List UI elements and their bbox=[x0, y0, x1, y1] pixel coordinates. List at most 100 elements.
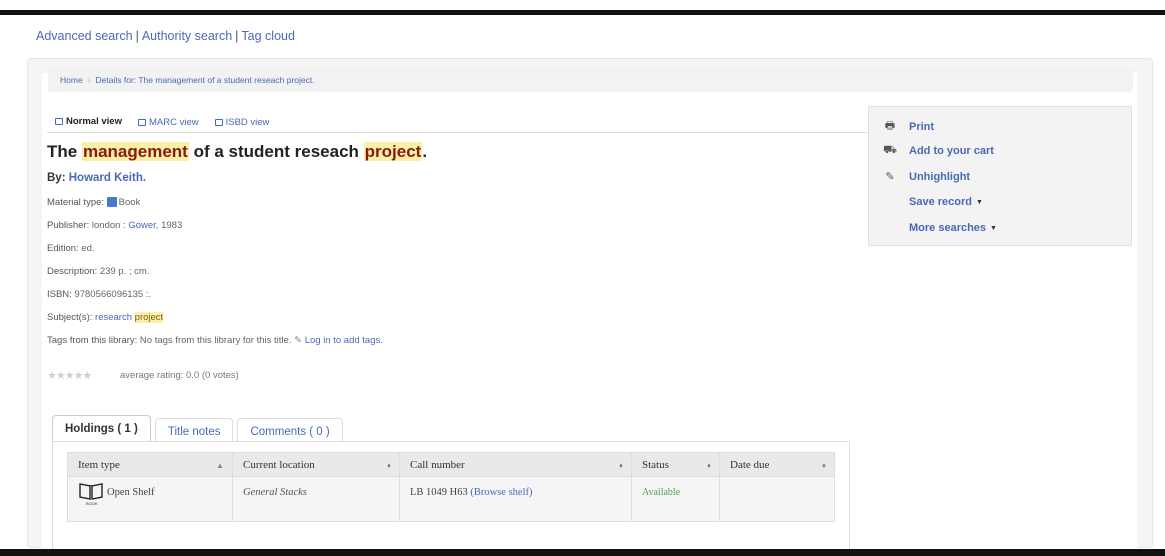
bottom-bar bbox=[0, 549, 1165, 556]
field-label: Subject(s): bbox=[47, 312, 93, 323]
field-value: Book bbox=[118, 197, 141, 208]
column-header-call-number[interactable]: Call number ♦ bbox=[399, 452, 632, 477]
print-action[interactable]: 🖶 Print bbox=[883, 117, 934, 136]
subject-highlight: project bbox=[134, 312, 164, 323]
author-label: By: bbox=[47, 172, 66, 184]
call-number: LB 1049 H63 bbox=[410, 487, 468, 498]
field-value: No tags from this library for this title… bbox=[139, 335, 292, 346]
add-to-cart-action[interactable]: ⛟ Add to your cart bbox=[883, 144, 994, 158]
material-type: Material type: Book bbox=[47, 197, 140, 208]
holdings-table: Item type ▲ Current location ♦ Call number… bbox=[67, 452, 835, 522]
header-label: Status bbox=[642, 458, 669, 471]
author-link[interactable]: Howard Keith. bbox=[69, 172, 146, 184]
action-label: Unhighlight bbox=[909, 170, 971, 183]
title-highlight: project bbox=[363, 142, 423, 161]
column-header-status[interactable]: Status ♦ bbox=[631, 452, 720, 477]
subject-word: research bbox=[95, 312, 133, 323]
unhighlight-action[interactable]: ✎ Unhighlight bbox=[883, 170, 971, 184]
actions-sidebar: 🖶 Print ⛟ Add to your cart ✎ Unhighlight Sa… bbox=[868, 106, 1132, 246]
holdings-panel: Item type ▲ Current location ♦ Call number… bbox=[52, 441, 850, 549]
header-label: Call number bbox=[410, 458, 465, 471]
publisher-link[interactable]: Gower, bbox=[128, 220, 158, 231]
tag-pencil-icon: ✎ bbox=[294, 335, 303, 346]
book-icon bbox=[106, 197, 117, 207]
item-icon-label: BOOK bbox=[86, 501, 98, 506]
cell-item-type: Open Shelf BOOK bbox=[67, 476, 233, 522]
sort-icon: ♦ bbox=[821, 461, 826, 470]
pencil-icon: ✎ bbox=[885, 171, 895, 183]
breadcrumb-home[interactable]: Home bbox=[60, 75, 83, 85]
caret-down-icon: ▼ bbox=[975, 198, 983, 206]
browse-shelf-link[interactable]: (Browse shelf) bbox=[470, 487, 532, 498]
field-value: 9780566096135 :. bbox=[74, 289, 152, 300]
title-text: of a student reseach bbox=[193, 142, 359, 161]
action-label: Print bbox=[909, 120, 935, 133]
more-searches-dropdown[interactable]: More searches ▼ bbox=[883, 222, 997, 234]
breadcrumb-current[interactable]: Details for: The management of a student… bbox=[96, 75, 315, 85]
top-bar bbox=[0, 0, 1165, 15]
print-icon: 🖶 bbox=[884, 120, 896, 132]
author-line: By: Howard Keith. bbox=[47, 172, 146, 184]
view-tabs: Normal view MARC view ISBD view bbox=[47, 113, 867, 133]
search-links: Advanced search | Authority search | Tag clo… bbox=[36, 29, 295, 43]
field-label: Edition: bbox=[47, 243, 79, 254]
header-label: Item type bbox=[78, 458, 120, 471]
field-value: 1983 bbox=[161, 220, 183, 231]
publisher: Publisher: london : Gower, 1983 bbox=[47, 220, 182, 231]
column-header-date-due[interactable]: Date due ♦ bbox=[719, 452, 835, 477]
tag-cloud-link[interactable]: Tag cloud bbox=[241, 29, 295, 43]
tab-label: MARC view bbox=[148, 117, 199, 128]
action-label: Save record bbox=[909, 196, 972, 208]
tab-marc-view[interactable]: MARC view bbox=[130, 113, 207, 132]
save-record-dropdown[interactable]: Save record ▼ bbox=[883, 196, 983, 208]
cell-location: General Stacks bbox=[232, 476, 400, 522]
authority-search-link[interactable]: Authority search bbox=[142, 29, 232, 43]
column-header-item-type[interactable]: Item type ▲ bbox=[67, 452, 233, 477]
item-type-text: Open Shelf bbox=[107, 486, 155, 498]
header-label: Date due bbox=[730, 458, 770, 471]
folder-icon bbox=[214, 119, 223, 126]
record-title: The management of a student reseach proj… bbox=[47, 142, 427, 162]
breadcrumb: Home › Details for: The management of a st… bbox=[48, 68, 1133, 92]
cell-status: Available bbox=[631, 476, 720, 522]
field-label: Tags from this library: bbox=[47, 335, 138, 346]
field-value: ed. bbox=[81, 243, 95, 254]
caret-down-icon: ▼ bbox=[990, 224, 997, 232]
rating-text: average rating: 0.0 (0 votes) bbox=[120, 370, 239, 381]
rating-stars[interactable]: ★★★★★ bbox=[47, 369, 92, 382]
field-value: london : bbox=[91, 220, 126, 231]
tab-label: Normal view bbox=[66, 116, 122, 127]
edition: Edition: ed. bbox=[47, 243, 95, 254]
sort-icon: ♦ bbox=[706, 461, 711, 470]
field-value: 239 p. ; cm. bbox=[99, 266, 150, 277]
sort-icon: ♦ bbox=[618, 461, 623, 470]
header-label: Current location bbox=[243, 458, 315, 471]
isbn: ISBN: 9780566096135 :. bbox=[47, 289, 151, 300]
tags: Tags from this library: No tags from thi… bbox=[47, 335, 383, 346]
subjects: Subject(s): research project bbox=[47, 312, 164, 323]
field-label: ISBN: bbox=[47, 289, 72, 300]
field-label: Material type: bbox=[47, 197, 105, 208]
table-row: Open Shelf BOOK General Stacks LB 1049 H… bbox=[67, 476, 835, 522]
field-label: Description: bbox=[47, 266, 98, 277]
title-highlight: management bbox=[81, 142, 189, 161]
title-text: . bbox=[422, 142, 428, 161]
sort-icon: ♦ bbox=[386, 461, 391, 470]
sort-icon: ▲ bbox=[216, 461, 224, 470]
advanced-search-link[interactable]: Advanced search bbox=[36, 29, 133, 43]
table-header-row: Item type ▲ Current location ♦ Call number… bbox=[67, 452, 835, 477]
cell-date-due bbox=[719, 476, 835, 522]
cart-icon: ⛟ bbox=[883, 144, 897, 156]
tab-normal-view[interactable]: Normal view bbox=[47, 113, 130, 132]
tab-label: ISBD view bbox=[225, 117, 270, 128]
description: Description: 239 p. ; cm. bbox=[47, 266, 149, 277]
document-icon bbox=[55, 118, 63, 125]
list-icon bbox=[137, 119, 146, 126]
title-text: The bbox=[47, 142, 78, 161]
column-header-location[interactable]: Current location ♦ bbox=[232, 452, 400, 477]
login-to-tag-link[interactable]: Log in to add tags. bbox=[305, 335, 383, 346]
tab-isbd-view[interactable]: ISBD view bbox=[207, 113, 278, 132]
field-label: Publisher: bbox=[47, 220, 90, 231]
subject-link[interactable]: research project bbox=[95, 312, 164, 323]
action-label: Add to your cart bbox=[909, 145, 994, 157]
